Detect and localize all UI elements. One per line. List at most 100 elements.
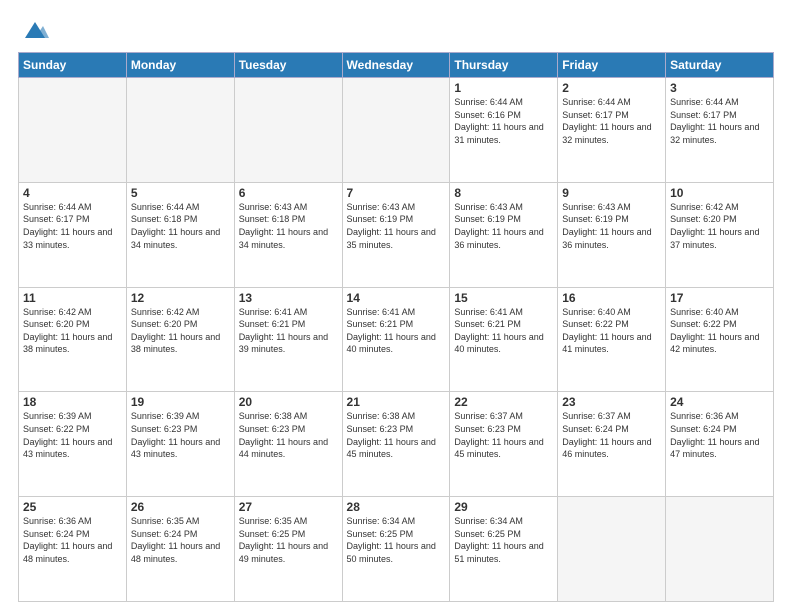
day-number: 18 xyxy=(23,395,122,409)
calendar-week-row: 18Sunrise: 6:39 AMSunset: 6:22 PMDayligh… xyxy=(19,392,774,497)
day-info: Sunrise: 6:35 AMSunset: 6:24 PMDaylight:… xyxy=(131,515,230,565)
day-number: 9 xyxy=(562,186,661,200)
calendar-day-cell: 15Sunrise: 6:41 AMSunset: 6:21 PMDayligh… xyxy=(450,287,558,392)
day-number: 29 xyxy=(454,500,553,514)
calendar-day-cell: 11Sunrise: 6:42 AMSunset: 6:20 PMDayligh… xyxy=(19,287,127,392)
calendar-week-row: 1Sunrise: 6:44 AMSunset: 6:16 PMDaylight… xyxy=(19,78,774,183)
calendar-day-cell: 13Sunrise: 6:41 AMSunset: 6:21 PMDayligh… xyxy=(234,287,342,392)
calendar-day-cell: 6Sunrise: 6:43 AMSunset: 6:18 PMDaylight… xyxy=(234,182,342,287)
day-info: Sunrise: 6:39 AMSunset: 6:22 PMDaylight:… xyxy=(23,410,122,460)
day-info: Sunrise: 6:42 AMSunset: 6:20 PMDaylight:… xyxy=(670,201,769,251)
day-number: 16 xyxy=(562,291,661,305)
calendar-day-cell: 21Sunrise: 6:38 AMSunset: 6:23 PMDayligh… xyxy=(342,392,450,497)
day-number: 22 xyxy=(454,395,553,409)
day-info: Sunrise: 6:41 AMSunset: 6:21 PMDaylight:… xyxy=(347,306,446,356)
calendar-day-cell: 14Sunrise: 6:41 AMSunset: 6:21 PMDayligh… xyxy=(342,287,450,392)
day-info: Sunrise: 6:38 AMSunset: 6:23 PMDaylight:… xyxy=(239,410,338,460)
calendar-day-cell xyxy=(666,497,774,602)
day-info: Sunrise: 6:43 AMSunset: 6:19 PMDaylight:… xyxy=(454,201,553,251)
calendar-header-monday: Monday xyxy=(126,53,234,78)
day-info: Sunrise: 6:37 AMSunset: 6:24 PMDaylight:… xyxy=(562,410,661,460)
day-number: 2 xyxy=(562,81,661,95)
day-info: Sunrise: 6:34 AMSunset: 6:25 PMDaylight:… xyxy=(454,515,553,565)
day-number: 13 xyxy=(239,291,338,305)
header xyxy=(18,16,774,44)
day-number: 19 xyxy=(131,395,230,409)
calendar-day-cell: 12Sunrise: 6:42 AMSunset: 6:20 PMDayligh… xyxy=(126,287,234,392)
day-info: Sunrise: 6:44 AMSunset: 6:17 PMDaylight:… xyxy=(23,201,122,251)
calendar-day-cell: 19Sunrise: 6:39 AMSunset: 6:23 PMDayligh… xyxy=(126,392,234,497)
calendar-day-cell: 9Sunrise: 6:43 AMSunset: 6:19 PMDaylight… xyxy=(558,182,666,287)
day-number: 28 xyxy=(347,500,446,514)
calendar-day-cell: 7Sunrise: 6:43 AMSunset: 6:19 PMDaylight… xyxy=(342,182,450,287)
calendar-day-cell xyxy=(234,78,342,183)
day-number: 12 xyxy=(131,291,230,305)
day-number: 21 xyxy=(347,395,446,409)
day-info: Sunrise: 6:37 AMSunset: 6:23 PMDaylight:… xyxy=(454,410,553,460)
day-info: Sunrise: 6:43 AMSunset: 6:19 PMDaylight:… xyxy=(562,201,661,251)
calendar-day-cell: 25Sunrise: 6:36 AMSunset: 6:24 PMDayligh… xyxy=(19,497,127,602)
calendar-day-cell: 23Sunrise: 6:37 AMSunset: 6:24 PMDayligh… xyxy=(558,392,666,497)
day-info: Sunrise: 6:40 AMSunset: 6:22 PMDaylight:… xyxy=(562,306,661,356)
day-number: 27 xyxy=(239,500,338,514)
calendar-header-tuesday: Tuesday xyxy=(234,53,342,78)
calendar-day-cell: 5Sunrise: 6:44 AMSunset: 6:18 PMDaylight… xyxy=(126,182,234,287)
calendar-week-row: 11Sunrise: 6:42 AMSunset: 6:20 PMDayligh… xyxy=(19,287,774,392)
calendar-day-cell: 20Sunrise: 6:38 AMSunset: 6:23 PMDayligh… xyxy=(234,392,342,497)
day-number: 4 xyxy=(23,186,122,200)
calendar-day-cell: 18Sunrise: 6:39 AMSunset: 6:22 PMDayligh… xyxy=(19,392,127,497)
day-info: Sunrise: 6:44 AMSunset: 6:17 PMDaylight:… xyxy=(670,96,769,146)
day-info: Sunrise: 6:36 AMSunset: 6:24 PMDaylight:… xyxy=(23,515,122,565)
calendar-week-row: 4Sunrise: 6:44 AMSunset: 6:17 PMDaylight… xyxy=(19,182,774,287)
day-number: 25 xyxy=(23,500,122,514)
calendar-day-cell: 29Sunrise: 6:34 AMSunset: 6:25 PMDayligh… xyxy=(450,497,558,602)
day-number: 8 xyxy=(454,186,553,200)
calendar-day-cell: 1Sunrise: 6:44 AMSunset: 6:16 PMDaylight… xyxy=(450,78,558,183)
day-number: 7 xyxy=(347,186,446,200)
day-number: 24 xyxy=(670,395,769,409)
calendar-day-cell: 26Sunrise: 6:35 AMSunset: 6:24 PMDayligh… xyxy=(126,497,234,602)
calendar-header-row: SundayMondayTuesdayWednesdayThursdayFrid… xyxy=(19,53,774,78)
calendar-day-cell xyxy=(342,78,450,183)
calendar-header-saturday: Saturday xyxy=(666,53,774,78)
calendar-day-cell xyxy=(558,497,666,602)
day-number: 6 xyxy=(239,186,338,200)
calendar-day-cell: 10Sunrise: 6:42 AMSunset: 6:20 PMDayligh… xyxy=(666,182,774,287)
calendar-day-cell: 3Sunrise: 6:44 AMSunset: 6:17 PMDaylight… xyxy=(666,78,774,183)
calendar-day-cell: 17Sunrise: 6:40 AMSunset: 6:22 PMDayligh… xyxy=(666,287,774,392)
calendar-day-cell: 24Sunrise: 6:36 AMSunset: 6:24 PMDayligh… xyxy=(666,392,774,497)
day-number: 3 xyxy=(670,81,769,95)
logo-icon xyxy=(21,16,49,44)
calendar-day-cell: 27Sunrise: 6:35 AMSunset: 6:25 PMDayligh… xyxy=(234,497,342,602)
calendar-header-thursday: Thursday xyxy=(450,53,558,78)
day-info: Sunrise: 6:43 AMSunset: 6:19 PMDaylight:… xyxy=(347,201,446,251)
calendar-header-wednesday: Wednesday xyxy=(342,53,450,78)
calendar-day-cell: 2Sunrise: 6:44 AMSunset: 6:17 PMDaylight… xyxy=(558,78,666,183)
day-info: Sunrise: 6:35 AMSunset: 6:25 PMDaylight:… xyxy=(239,515,338,565)
day-info: Sunrise: 6:41 AMSunset: 6:21 PMDaylight:… xyxy=(239,306,338,356)
calendar-day-cell: 28Sunrise: 6:34 AMSunset: 6:25 PMDayligh… xyxy=(342,497,450,602)
day-number: 5 xyxy=(131,186,230,200)
day-info: Sunrise: 6:41 AMSunset: 6:21 PMDaylight:… xyxy=(454,306,553,356)
calendar-header-sunday: Sunday xyxy=(19,53,127,78)
calendar-day-cell: 22Sunrise: 6:37 AMSunset: 6:23 PMDayligh… xyxy=(450,392,558,497)
calendar-day-cell: 4Sunrise: 6:44 AMSunset: 6:17 PMDaylight… xyxy=(19,182,127,287)
calendar-day-cell: 8Sunrise: 6:43 AMSunset: 6:19 PMDaylight… xyxy=(450,182,558,287)
day-info: Sunrise: 6:43 AMSunset: 6:18 PMDaylight:… xyxy=(239,201,338,251)
day-info: Sunrise: 6:42 AMSunset: 6:20 PMDaylight:… xyxy=(23,306,122,356)
day-info: Sunrise: 6:34 AMSunset: 6:25 PMDaylight:… xyxy=(347,515,446,565)
calendar-week-row: 25Sunrise: 6:36 AMSunset: 6:24 PMDayligh… xyxy=(19,497,774,602)
day-number: 14 xyxy=(347,291,446,305)
day-info: Sunrise: 6:44 AMSunset: 6:16 PMDaylight:… xyxy=(454,96,553,146)
day-number: 20 xyxy=(239,395,338,409)
day-info: Sunrise: 6:42 AMSunset: 6:20 PMDaylight:… xyxy=(131,306,230,356)
day-number: 10 xyxy=(670,186,769,200)
calendar-header-friday: Friday xyxy=(558,53,666,78)
day-info: Sunrise: 6:39 AMSunset: 6:23 PMDaylight:… xyxy=(131,410,230,460)
day-number: 11 xyxy=(23,291,122,305)
day-info: Sunrise: 6:38 AMSunset: 6:23 PMDaylight:… xyxy=(347,410,446,460)
logo xyxy=(18,20,49,44)
day-info: Sunrise: 6:36 AMSunset: 6:24 PMDaylight:… xyxy=(670,410,769,460)
calendar-day-cell: 16Sunrise: 6:40 AMSunset: 6:22 PMDayligh… xyxy=(558,287,666,392)
day-number: 1 xyxy=(454,81,553,95)
